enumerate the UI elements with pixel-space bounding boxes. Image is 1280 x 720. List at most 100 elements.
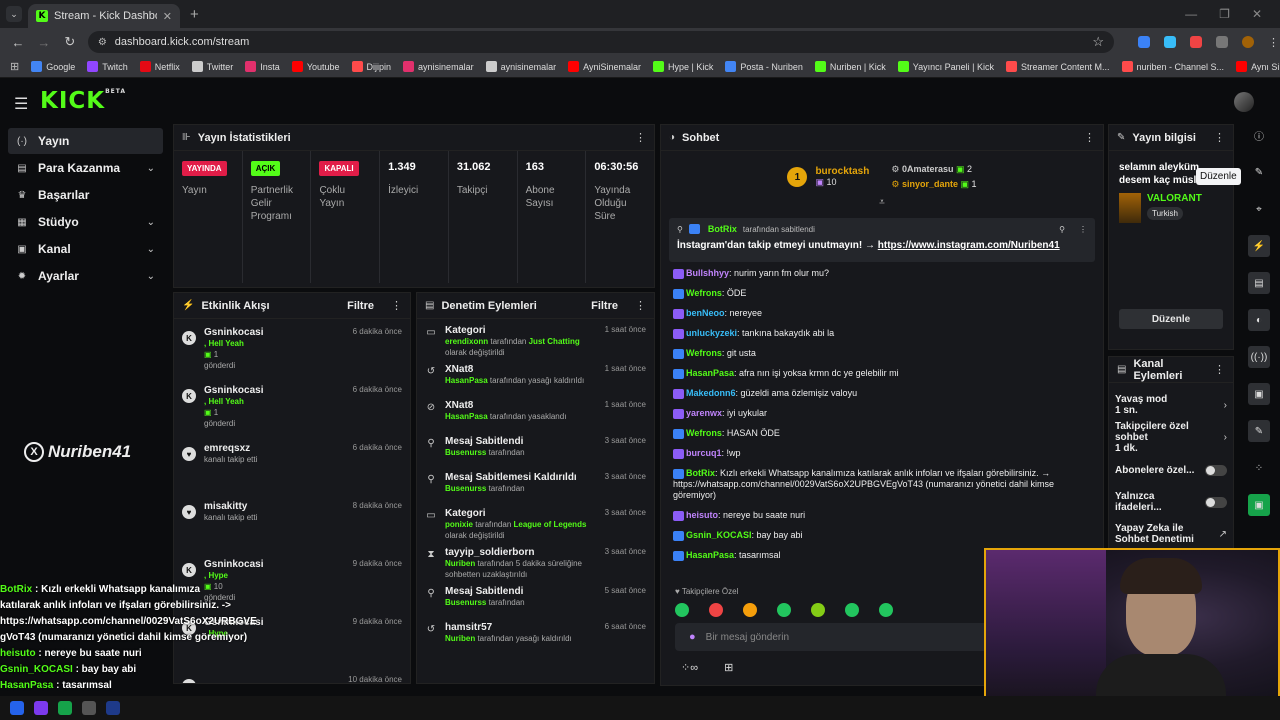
chat-username[interactable]: Makedonn6 [686, 388, 736, 398]
scroll-down-icon[interactable]: ⩡ [661, 197, 1103, 208]
pinned-user[interactable]: BotRix [708, 224, 737, 234]
taskbar-app-icon[interactable] [34, 701, 48, 715]
profile-icon[interactable] [1242, 36, 1254, 48]
emote-icon[interactable] [845, 603, 859, 617]
info-icon[interactable]: ⓘ [1248, 124, 1270, 146]
reload-icon[interactable]: ↻ [62, 34, 78, 50]
chat-more-icon[interactable]: ⋮ [1084, 131, 1095, 144]
chat-username[interactable]: benNeoo [686, 308, 725, 318]
chat-username[interactable]: HasanPasa [686, 550, 734, 560]
tab-close-icon[interactable]: ✕ [163, 10, 172, 23]
bookmark-item[interactable]: Twitch [87, 61, 128, 72]
bookmark-item[interactable]: Youtube [291, 61, 340, 72]
minimize-icon[interactable]: — [1185, 7, 1197, 21]
item-user[interactable]: HasanPasa [445, 376, 488, 385]
gifter-3-name[interactable]: sinyor_dante [902, 179, 958, 189]
browser-menu-icon[interactable]: ⋮ [1268, 36, 1280, 49]
bookmark-item[interactable]: Insta [245, 61, 280, 72]
broadcast-icon[interactable]: ((·)) [1248, 346, 1270, 368]
chat-username[interactable]: Gsnin_KOCASI [686, 530, 752, 540]
chevron-down-icon[interactable]: ⌄ [147, 244, 155, 255]
bookmark-item[interactable]: Dijipin [351, 61, 391, 72]
bookmark-item[interactable]: aynisinemalar [403, 61, 474, 72]
sidebar-item[interactable]: ▣ Kanal ⌄ [8, 236, 163, 262]
menu-hamburger-icon[interactable]: ☰ [14, 94, 28, 114]
item-category[interactable]: Just Chatting [529, 337, 580, 346]
chat-username[interactable]: Wefrons [686, 288, 722, 298]
sidebar-item[interactable]: ♛ Başarılar [8, 182, 163, 208]
puzzle-extension-icon[interactable] [1216, 36, 1228, 48]
activity-more-icon[interactable]: ⋮ [391, 299, 402, 312]
info-more-icon[interactable]: ⋮ [1214, 131, 1225, 144]
chat-username[interactable]: HasanPasa [686, 368, 734, 378]
taskbar-app-icon[interactable] [58, 701, 72, 715]
sidebar-item[interactable]: ✹ Ayarlar ⌄ [8, 263, 163, 289]
bookmark-item[interactable]: Streamer Content M... [1005, 61, 1110, 72]
emote-icon[interactable] [743, 603, 757, 617]
red-extension-icon[interactable] [1190, 36, 1202, 48]
mod-filter-button[interactable]: Filtre [591, 300, 618, 312]
maximize-icon[interactable]: ❐ [1219, 7, 1230, 21]
emote-icon[interactable] [709, 603, 723, 617]
sidebar-item[interactable]: (·) Yayın [8, 128, 163, 154]
pinned-link[interactable]: https://www.instagram.com/Nuriben41 [878, 240, 1060, 251]
document-icon[interactable]: ▤ [1248, 272, 1270, 294]
emote-icon[interactable] [879, 603, 893, 617]
display-icon[interactable]: ▣ [1248, 383, 1270, 405]
chevron-down-icon[interactable]: ⌄ [147, 217, 155, 228]
item-user[interactable]: Nuriben [445, 634, 475, 643]
chat-username[interactable]: Wefrons [686, 428, 722, 438]
apps-icon[interactable]: ⁘ [1248, 457, 1270, 479]
item-user[interactable]: Gsninkocasi [204, 327, 345, 338]
lightning-icon[interactable]: ⚡ [1248, 235, 1270, 257]
emote-icon[interactable] [777, 603, 791, 617]
chevron-right-icon[interactable]: › [1224, 432, 1227, 443]
bookmark-item[interactable]: Twitter [191, 61, 233, 72]
item-user[interactable]: Busenurss [445, 484, 486, 493]
chat-username[interactable]: burcuq1 [686, 448, 722, 458]
item-user[interactable]: ponixie [445, 520, 473, 529]
top-gifter-name[interactable]: burocktash [815, 166, 869, 177]
chat-username[interactable]: unluckyzeki [686, 328, 737, 338]
wrench-icon[interactable]: ✎ [1248, 420, 1270, 442]
activity-filter-button[interactable]: Filtre [347, 300, 374, 312]
chat-icon[interactable]: ◐ [1248, 309, 1270, 331]
url-field[interactable]: ⚙ dashboard.kick.com/stream ☆ [87, 31, 1114, 53]
item-user[interactable]: Busenurss [445, 598, 486, 607]
item-user[interactable]: Busenurss [445, 448, 486, 457]
mod-more-icon[interactable]: ⋮ [635, 299, 646, 312]
chat-username[interactable]: Bullshhyy [686, 268, 729, 278]
action-row[interactable]: Takipçilere özel sohbet 1 dk. › [1115, 421, 1227, 454]
bookmark-item[interactable]: Google [31, 61, 75, 72]
shield-extension-icon[interactable] [1138, 36, 1150, 48]
tab-search-icon[interactable]: ⌄ [6, 6, 22, 22]
action-row[interactable]: Yapay Zeka ile Sohbet Denetimi ↗ [1115, 518, 1227, 549]
chevron-down-icon[interactable]: ⌄ [147, 271, 155, 282]
toggle-switch[interactable] [1205, 464, 1227, 476]
new-tab-icon[interactable]: + [190, 6, 199, 23]
window-close-icon[interactable]: ✕ [1252, 7, 1262, 21]
game-name[interactable]: VALORANT [1147, 193, 1202, 204]
kick-app-icon[interactable]: ▣ [1248, 494, 1270, 516]
settings-dots-icon[interactable]: ⁘∞ [681, 661, 698, 674]
item-user[interactable]: erendixonn [445, 337, 488, 346]
emote-icon[interactable] [811, 603, 825, 617]
mic-icon[interactable]: ● [689, 631, 696, 643]
chevron-down-icon[interactable]: ⌄ [147, 163, 155, 174]
target-icon[interactable]: ⌖ [1248, 198, 1270, 220]
sidebar-item[interactable]: ▦ Stüdyo ⌄ [8, 209, 163, 235]
site-info-icon[interactable]: ⚙ [98, 37, 107, 48]
chat-username[interactable]: BotRix [686, 468, 715, 478]
chevron-right-icon[interactable]: › [1224, 400, 1227, 411]
apps-grid-icon[interactable]: ⊞ [10, 60, 19, 73]
forward-icon[interactable]: → [36, 35, 52, 50]
sidebar-item[interactable]: ▤ Para Kazanma ⌄ [8, 155, 163, 181]
stats-more-icon[interactable]: ⋮ [635, 131, 646, 144]
unpin-icon[interactable]: ⚲ [1059, 225, 1065, 234]
actions-more-icon[interactable]: ⋮ [1214, 363, 1225, 376]
chat-username[interactable]: Wefrons [686, 348, 722, 358]
edit-icon[interactable]: ✎ [1248, 161, 1270, 183]
chat-username[interactable]: heisuto [686, 510, 718, 520]
kick-logo[interactable]: KICKBETA [40, 88, 126, 114]
taskbar-app-icon[interactable] [82, 701, 96, 715]
